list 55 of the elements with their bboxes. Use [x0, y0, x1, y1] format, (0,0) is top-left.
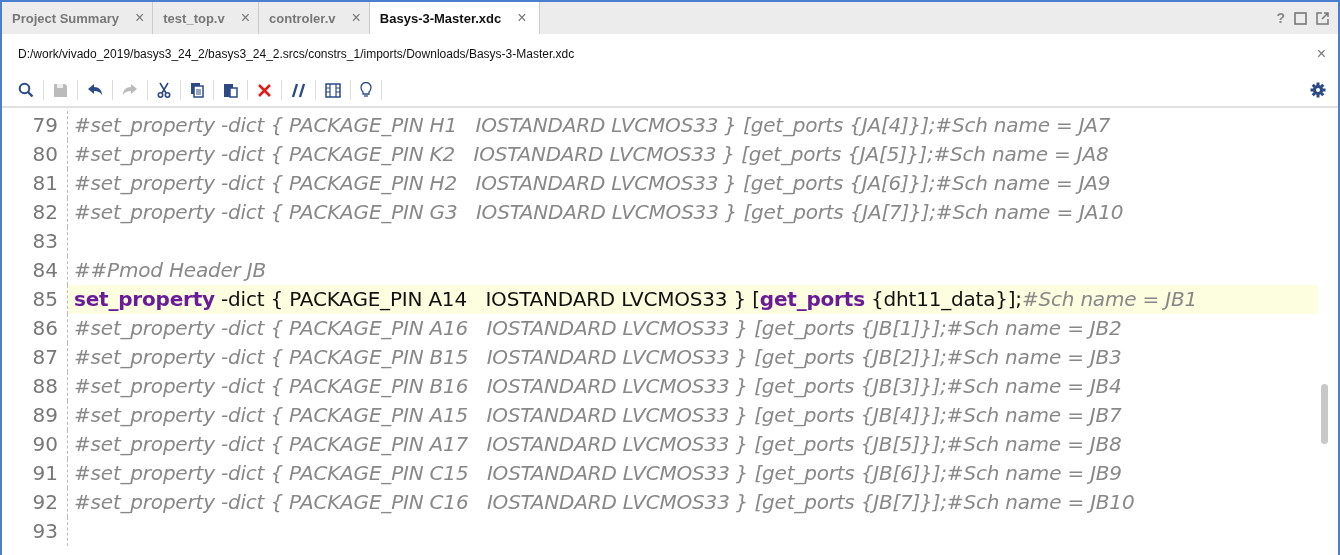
editor-tab[interactable]: test_top.v ×	[153, 2, 260, 34]
float-window-icon[interactable]	[1316, 11, 1329, 25]
line-number: 88	[2, 372, 68, 401]
scrollbar-thumb[interactable]	[1321, 384, 1328, 444]
line-number: 83	[2, 227, 68, 256]
code-comment: #set_property -dict { PACKAGE_PIN G3 IOSTANDARD LVCMOS33 } [get_ports {JA[7]}];#Sch name = JA10	[74, 200, 1124, 224]
line-number: 81	[2, 169, 68, 198]
columns-icon[interactable]	[325, 82, 341, 98]
code-comment: #set_property -dict { PACKAGE_PIN B16 IOSTANDARD LVCMOS33 } [get_ports {JB[3]}];#Sch name = JB4	[74, 374, 1122, 398]
code-keyword: get_ports	[759, 287, 865, 311]
code-comment: #set_property -dict { PACKAGE_PIN H2 IOSTANDARD LVCMOS33 } [get_ports {JA[6]}];#Sch name = JA9	[74, 171, 1111, 195]
editor-tab[interactable]: controler.v ×	[259, 2, 370, 34]
comment-toggle-icon[interactable]	[291, 82, 306, 98]
close-icon[interactable]: ×	[134, 9, 145, 27]
line-number: 86	[2, 314, 68, 343]
line-number: 87	[2, 343, 68, 372]
file-path: D:/work/vivado_2019/basys3_24_2/basys3_24_2.srcs/constrs_1/imports/Downloads/Basys-3-Master.xdc	[18, 47, 576, 61]
code-comment: #set_property -dict { PACKAGE_PIN K2 IOSTANDARD LVCMOS33 } [get_ports {JA[5]}];#Sch name = JA8	[74, 142, 1109, 166]
line-number: 89	[2, 401, 68, 430]
line-number: 79	[2, 111, 68, 140]
code-comment: #set_property -dict { PACKAGE_PIN A16 IOSTANDARD LVCMOS33 } [get_ports {JB[1]}];#Sch name = JB2	[74, 316, 1122, 340]
search-icon[interactable]	[18, 82, 34, 98]
line-number: 91	[2, 459, 68, 488]
code-comment: #set_property -dict { PACKAGE_PIN H1 IOSTANDARD LVCMOS33 } [get_ports {JA[4]}];#Sch name = JA7	[74, 113, 1111, 137]
code-comment: #set_property -dict { PACKAGE_PIN A15 IOSTANDARD LVCMOS33 } [get_ports {JB[4]}];#Sch name = JB7	[74, 403, 1122, 427]
line-number: 92	[2, 488, 68, 517]
close-icon[interactable]: ×	[1316, 45, 1326, 63]
line-number: 90	[2, 430, 68, 459]
code-text: {dht11_data}];	[870, 287, 1022, 311]
close-icon[interactable]: ×	[517, 9, 527, 27]
delete-icon[interactable]	[257, 82, 272, 98]
maximize-icon[interactable]	[1294, 11, 1307, 25]
code-comment: #set_property -dict { PACKAGE_PIN B15 IOSTANDARD LVCMOS33 } [get_ports {JB[2]}];#Sch name = JB3	[74, 345, 1122, 369]
line-number: 80	[2, 140, 68, 169]
close-icon[interactable]: ×	[351, 9, 361, 27]
paste-icon[interactable]	[223, 82, 238, 98]
copy-icon[interactable]	[190, 82, 204, 98]
close-icon[interactable]: ×	[240, 9, 251, 27]
undo-icon[interactable]	[87, 83, 103, 97]
scissors-icon[interactable]	[157, 82, 171, 98]
code-comment: #Sch name = JB1	[1021, 287, 1197, 311]
editor-tab[interactable]: Basys-3-Master.xdc ×	[369, 2, 540, 34]
editor-tab[interactable]: Project Summary ×	[2, 2, 154, 34]
code-keyword: set_property	[74, 287, 215, 311]
line-number: 82	[2, 198, 68, 227]
help-icon[interactable]: ?	[1276, 10, 1285, 26]
code-text: -dict { PACKAGE_PIN A14 IOSTANDARD LVCMOS33 } [	[220, 287, 760, 311]
code-comment: #set_property -dict { PACKAGE_PIN A17 IOSTANDARD LVCMOS33 } [get_ports {JB[5]}];#Sch name = JB8	[74, 432, 1122, 456]
line-number: 93	[2, 517, 68, 546]
code-comment: ##Pmod Header JB	[74, 258, 266, 282]
code-comment: #set_property -dict { PACKAGE_PIN C15 IOSTANDARD LVCMOS33 } [get_ports {JB[6]}];#Sch name = JB9	[74, 461, 1122, 485]
lightbulb-icon[interactable]	[360, 82, 372, 98]
settings-icon[interactable]	[1310, 82, 1326, 98]
line-number: 84	[2, 256, 68, 285]
code-comment: #set_property -dict { PACKAGE_PIN C16 IOSTANDARD LVCMOS33 } [get_ports {JB[7]}];#Sch name = JB10	[74, 490, 1135, 514]
